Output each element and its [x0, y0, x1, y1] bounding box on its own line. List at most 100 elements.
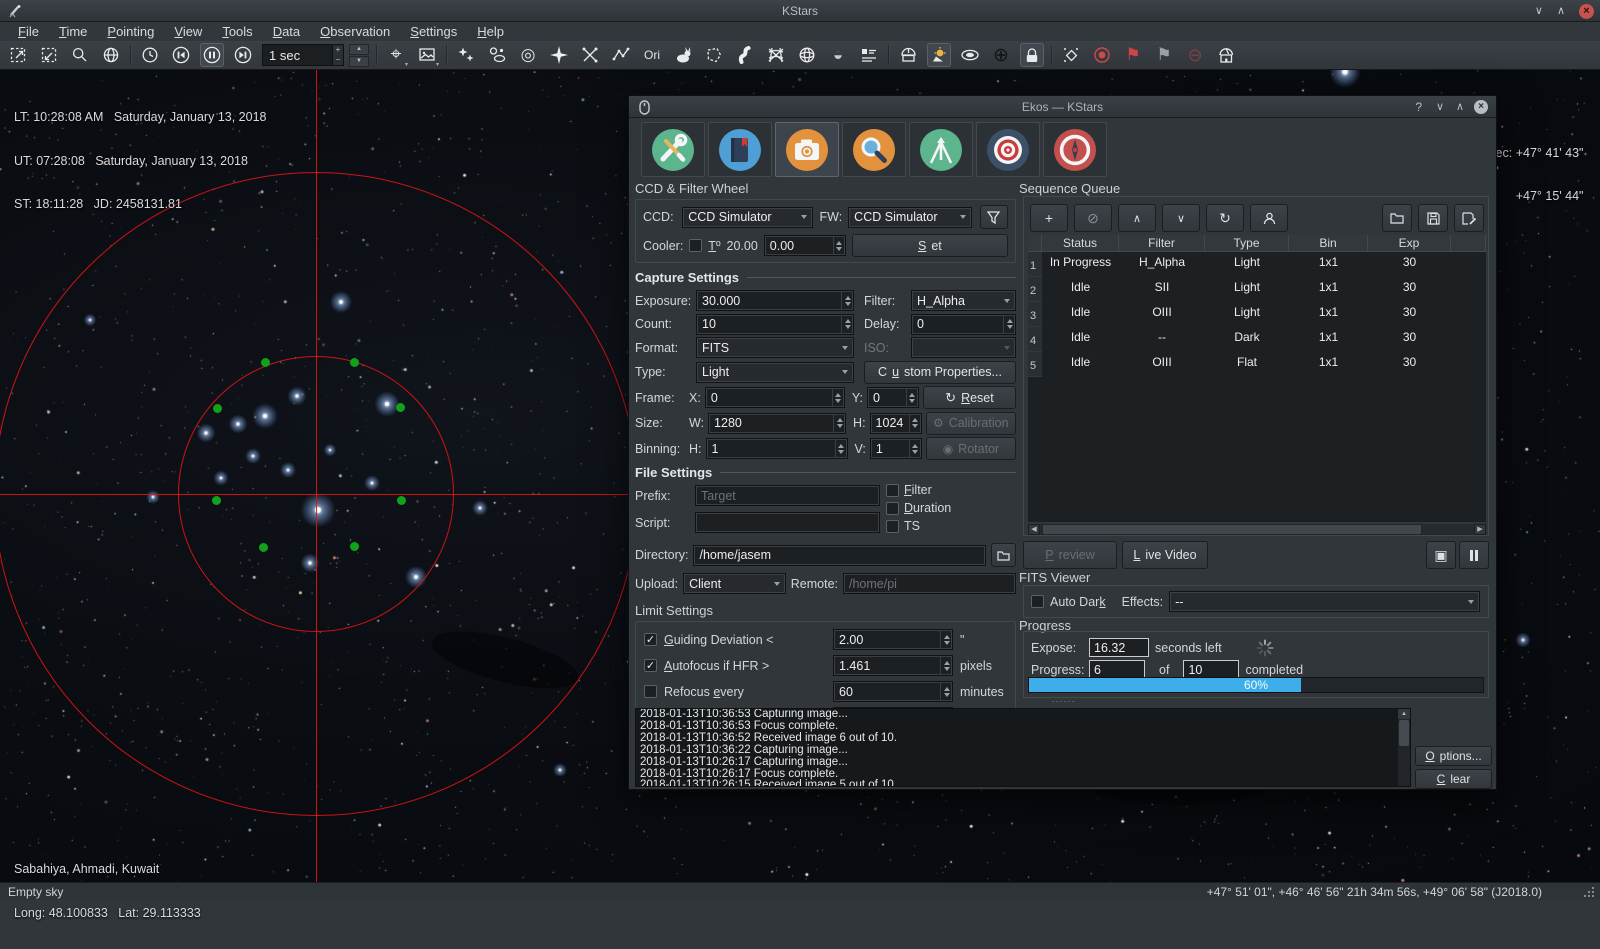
duration-suffix-checkbox[interactable]: [886, 502, 899, 515]
find-object-icon[interactable]: [68, 43, 92, 67]
frame-y-spinbox[interactable]: [867, 387, 919, 408]
center-crosshair-icon[interactable]: ⊕: [989, 43, 1013, 67]
constellation-names-icon[interactable]: Ori: [640, 43, 664, 67]
zoom-in-icon[interactable]: [6, 43, 30, 67]
pause-button[interactable]: [1459, 541, 1489, 569]
table-row[interactable]: 4 Idle -- Dark 1x1 30: [1028, 327, 1486, 352]
snap-mode-icon[interactable]: [1059, 43, 1083, 67]
add-flag-icon[interactable]: ⚑: [1121, 43, 1145, 67]
time-step-back-icon[interactable]: [169, 43, 193, 67]
ekos-help-icon[interactable]: ?: [1415, 96, 1422, 118]
observatory-icon[interactable]: [1214, 43, 1238, 67]
daytime-sky-icon[interactable]: [927, 43, 951, 67]
iso-combobox[interactable]: [911, 337, 1016, 358]
dome-icon[interactable]: [896, 43, 920, 67]
menu-view[interactable]: View: [164, 22, 212, 41]
type-combobox[interactable]: Light: [696, 362, 854, 383]
move-job-up-button[interactable]: ∧: [1118, 204, 1156, 232]
tab-focus[interactable]: [842, 122, 906, 177]
constellation-figure-icon[interactable]: [671, 43, 695, 67]
time-step-up[interactable]: ▲: [349, 44, 369, 55]
delay-spinbox[interactable]: [911, 314, 1016, 335]
constellation-art-icon[interactable]: [578, 43, 602, 67]
frame-x-spinbox[interactable]: [705, 387, 845, 408]
ccd-combobox[interactable]: CCD Simulator: [682, 207, 813, 228]
menu-help[interactable]: Help: [467, 22, 514, 41]
prefix-input[interactable]: [695, 485, 880, 506]
custom-properties-button[interactable]: Custom Properties...: [864, 361, 1016, 384]
set-time-clock-icon[interactable]: [138, 43, 162, 67]
ekos-titlebar[interactable]: Ekos — KStars ? ∨ ∧ ×: [629, 96, 1496, 118]
log-vscrollbar[interactable]: ▲▼: [1398, 709, 1410, 786]
object-details-icon[interactable]: [857, 43, 881, 67]
menu-observation[interactable]: Observation: [310, 22, 400, 41]
clear-log-button[interactable]: Clear: [1415, 769, 1492, 789]
menu-pointing[interactable]: Pointing: [97, 22, 164, 41]
count-spinbox[interactable]: [696, 314, 854, 335]
move-job-down-button[interactable]: ∨: [1162, 204, 1200, 232]
table-row[interactable]: 2 Idle SII Light 1x1 30: [1028, 277, 1486, 302]
menu-tools[interactable]: Tools: [212, 22, 262, 41]
guiding-deviation-spinbox[interactable]: [833, 629, 953, 650]
constellation-boundaries-icon[interactable]: [702, 43, 726, 67]
filter-manager-button[interactable]: [980, 205, 1008, 229]
autofocus-hfr-spinbox[interactable]: [833, 655, 953, 676]
sequence-table[interactable]: Status Filter Type Bin Exp 1 In Progress…: [1028, 235, 1486, 522]
refocus-every-checkbox[interactable]: [644, 685, 657, 698]
sky-image-icon[interactable]: ▾: [415, 43, 439, 67]
menu-settings[interactable]: Settings: [400, 22, 467, 41]
autofocus-hfr-checkbox[interactable]: ✓: [644, 659, 657, 672]
tab-align[interactable]: [976, 122, 1040, 177]
size-w-spinbox[interactable]: [708, 413, 846, 434]
size-h-spinbox[interactable]: [870, 413, 922, 434]
geolocation-globe-icon[interactable]: [99, 43, 123, 67]
set-temperature-button[interactable]: Set: [852, 234, 1008, 257]
cooler-checkbox[interactable]: [689, 239, 702, 252]
ekos-minimize-icon[interactable]: ∨: [1436, 96, 1444, 118]
effects-combobox[interactable]: --: [1169, 591, 1480, 612]
browse-directory-button[interactable]: [991, 543, 1016, 567]
equatorial-grid-icon[interactable]: [795, 43, 819, 67]
add-job-button[interactable]: +: [1030, 204, 1068, 232]
calibration-button[interactable]: ⚙Calibration: [926, 412, 1016, 435]
galaxy-icon[interactable]: [958, 43, 982, 67]
ekos-close-icon[interactable]: ×: [1474, 100, 1488, 114]
tab-guide[interactable]: [1043, 122, 1107, 177]
constellation-lines-icon[interactable]: [609, 43, 633, 67]
temperature-spinbox[interactable]: [764, 235, 846, 256]
stars-toggle-icon[interactable]: [454, 43, 478, 67]
stop-button[interactable]: ▣: [1426, 541, 1456, 569]
menu-time[interactable]: Time: [49, 22, 97, 41]
horizon-icon[interactable]: ◒: [826, 43, 850, 67]
table-row[interactable]: 3 Idle OIII Light 1x1 30: [1028, 302, 1486, 327]
tab-scheduler[interactable]: [708, 122, 772, 177]
auto-dark-checkbox[interactable]: [1031, 595, 1044, 608]
flag-list-icon[interactable]: ⚑: [1152, 43, 1176, 67]
rotator-button[interactable]: ◉Rotator: [926, 437, 1016, 460]
time-step-down[interactable]: ▼: [349, 56, 369, 67]
exposure-spinbox[interactable]: [696, 290, 854, 311]
splitter-handle[interactable]: ······: [629, 699, 1498, 706]
resize-grip[interactable]: [1584, 887, 1594, 897]
preview-button[interactable]: Preview: [1023, 541, 1117, 569]
telescope-pointing-icon[interactable]: ⌖▾: [384, 43, 408, 67]
menu-file[interactable]: File: [8, 22, 49, 41]
directory-input[interactable]: [693, 545, 986, 566]
lock-icon[interactable]: [1020, 43, 1044, 67]
tab-capture[interactable]: [775, 122, 839, 177]
filter-combobox[interactable]: H_Alpha: [911, 290, 1016, 311]
time-step-unit-spin[interactable]: +−: [332, 44, 344, 66]
remove-trail-icon[interactable]: ⊖: [1183, 43, 1207, 67]
filter-suffix-checkbox[interactable]: [886, 484, 899, 497]
reset-queue-button[interactable]: ↻: [1206, 204, 1244, 232]
time-pause-icon[interactable]: [200, 43, 224, 67]
log-view[interactable]: 2018-01-13T10:36:53 Capturing image... 2…: [635, 708, 1411, 787]
ts-suffix-checkbox[interactable]: [886, 520, 899, 533]
save-sequence-as-icon[interactable]: [1454, 204, 1484, 232]
guiding-deviation-checkbox[interactable]: ✓: [644, 633, 657, 646]
milky-way-icon[interactable]: [733, 43, 757, 67]
time-step-forward-icon[interactable]: [231, 43, 255, 67]
bin-v-spinbox[interactable]: [870, 438, 922, 459]
horizontal-grid-icon[interactable]: [764, 43, 788, 67]
save-sequence-icon[interactable]: [1418, 204, 1448, 232]
